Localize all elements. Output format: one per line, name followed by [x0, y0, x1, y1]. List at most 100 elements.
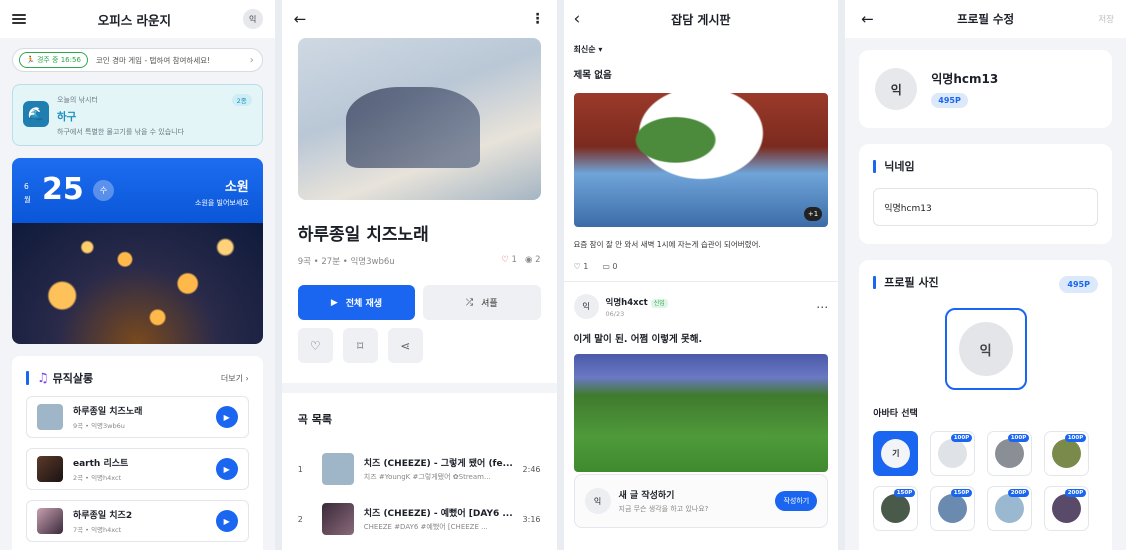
- track-row[interactable]: 2 치즈 (CHEEZE) - 예뻤어 [DAY6 ... CHEEZE #DAY…: [298, 503, 541, 535]
- avatar-option[interactable]: 100P: [1044, 431, 1090, 476]
- playlist-item[interactable]: 하루종일 치즈노래 9곡 • 익명3wb6u ▶: [26, 396, 249, 438]
- avatar-option[interactable]: 200P: [1044, 486, 1090, 531]
- playlist-cover-image: [297, 38, 541, 200]
- profile-name: 익명hcm13: [931, 72, 999, 86]
- post-image[interactable]: +1: [573, 93, 829, 227]
- post-title[interactable]: 제목 없음: [574, 67, 829, 81]
- avatar[interactable]: 익: [242, 9, 263, 29]
- track-thumbnail: [321, 453, 354, 485]
- comment-icon: ▭: [602, 262, 610, 271]
- race-banner[interactable]: 🏃 경주 중 16:56 코인 경마 게임 - 탭하여 참여하세요! ›: [12, 48, 263, 72]
- big-avatar: 익: [958, 322, 1013, 376]
- divider: [563, 281, 839, 282]
- playlist-meta: 9곡 • 27분 • 익명3wb6u: [297, 257, 395, 267]
- post-title[interactable]: 이게 말이 된. 어쩜 이렇게 못해.: [574, 331, 829, 345]
- more-vertical-icon[interactable]: ⋮: [531, 11, 545, 27]
- share-button[interactable]: ⋖: [387, 328, 423, 363]
- playlist-info: 9곡 • 27분 • 익명3wb6u ♡ 1 ◉ 2: [298, 255, 541, 267]
- play-icon[interactable]: ▶: [215, 458, 238, 480]
- profile-edit-screen: ← 프로필 수정 저장 익 익명hcm13 495P 닉네임 익명hcm13 프…: [845, 0, 1126, 550]
- playlist-screen: ← ⋮ 하루종일 치즈노래 9곡 • 27분 • 익명3wb6u ♡ 1 ◉ 2…: [281, 0, 557, 550]
- write-button[interactable]: 작성하기: [775, 491, 818, 511]
- image-count-badge: +1: [803, 207, 823, 221]
- avatar-option[interactable]: 기: [873, 431, 919, 476]
- compose-bar[interactable]: 익 새 글 작성하기 지금 무슨 생각을 하고 있나요? 작성하기: [573, 474, 829, 528]
- race-status-pill: 🏃 경주 중 16:56: [19, 52, 88, 68]
- compose-title: 새 글 작성하기: [618, 491, 675, 501]
- comment-button[interactable]: ▭ 0: [602, 262, 617, 271]
- post-author: 익 익명h4xct 신입 06/23 ⋯: [573, 294, 828, 319]
- fishing-desc: 하구에서 특별한 물고기를 낚을 수 있습니다: [57, 128, 185, 136]
- section-bar: [26, 371, 29, 385]
- avatar-option[interactable]: 200P: [987, 486, 1033, 531]
- race-text: 코인 경마 게임 - 탭하여 참여하세요!: [95, 55, 211, 65]
- wish-card[interactable]: 6월 25 수 소원 소원을 빌어보세요: [12, 158, 263, 344]
- nickname-card: 닉네임 익명hcm13: [859, 144, 1112, 244]
- play-icon: ▶: [330, 297, 338, 308]
- playlist-name: earth 리스트: [73, 459, 129, 469]
- board-title: 잡담 게시판: [671, 12, 731, 27]
- track-tags: CHEEZE #DAY6 #예뻤어 [CHEEZE ...: [363, 523, 488, 531]
- section-bar: [873, 159, 877, 173]
- play-icon[interactable]: ▶: [215, 510, 238, 532]
- post-meta: ♡ 1 ▭ 0: [574, 262, 829, 271]
- track-name: 치즈 (CHEEZE) - 예뻤어 [DAY6 ...: [363, 509, 513, 519]
- avatar-select-label: 아바타 선택: [873, 409, 918, 419]
- shuffle-button[interactable]: ⤮ 셔플: [423, 285, 541, 320]
- avatar-option[interactable]: 100P: [930, 431, 976, 476]
- caret-down-icon: ▾: [598, 45, 603, 54]
- board-header: ‹ 잡담 게시판: [564, 0, 839, 38]
- fishing-label: 오늘의 낚시터: [57, 96, 98, 104]
- like-button[interactable]: ♡: [297, 328, 333, 363]
- playlist-item[interactable]: earth 리스트 2곡 • 익명h4xct ▶: [26, 448, 249, 490]
- price-badge: 200P: [1007, 489, 1030, 497]
- bookmark-icon: ⌑: [357, 338, 364, 353]
- divider: [281, 383, 557, 393]
- chevron-right-icon: ›: [249, 54, 254, 66]
- more-horizontal-icon[interactable]: ⋯: [816, 300, 828, 314]
- save-button[interactable]: 저장: [1098, 13, 1114, 25]
- chevron-left-icon[interactable]: ‹: [574, 9, 581, 29]
- post-image[interactable]: [573, 354, 829, 472]
- fishing-card[interactable]: 🌊 오늘의 낚시터 하구 하구에서 특별한 물고기를 낚을 수 있습니다 2종: [12, 84, 263, 146]
- menu-icon[interactable]: [12, 14, 26, 24]
- like-count: 1: [511, 255, 517, 265]
- avatar-option[interactable]: 100P: [987, 431, 1033, 476]
- price-badge: 100P: [1007, 434, 1030, 442]
- user-avatar: 익: [584, 488, 611, 514]
- playlist-meta: 9곡 • 익명3wb6u: [73, 422, 125, 430]
- playlist-meta: 7곡 • 익명h4xct: [73, 526, 122, 534]
- playlist-meta: 2곡 • 익명h4xct: [73, 474, 122, 482]
- share-icon: ⋖: [400, 338, 411, 353]
- track-list-title: 곡 목록: [297, 413, 332, 426]
- section-bar: [873, 275, 877, 289]
- view-count: 2: [535, 255, 541, 265]
- avatar-grid: 기 100P 100P 100P 150P 150P 200P 200P: [873, 431, 1098, 531]
- play-all-button[interactable]: ▶ 전체 재생: [297, 285, 416, 320]
- back-arrow-icon[interactable]: ←: [294, 10, 307, 28]
- more-link[interactable]: 더보기 ›: [221, 373, 249, 384]
- track-tags: 치즈 #YoungK #그렇게됐어 ✿Stream...: [363, 473, 491, 481]
- profile-title: 프로필 수정: [957, 12, 1015, 26]
- newbie-badge: 신입: [650, 298, 668, 308]
- back-arrow-icon[interactable]: ←: [861, 10, 874, 28]
- track-row[interactable]: 1 치즈 (CHEEZE) - 그렇게 됐어 (fe... 치즈 #YoungK …: [298, 453, 541, 485]
- sort-dropdown[interactable]: 최신순 ▾: [574, 44, 829, 55]
- bookmark-button[interactable]: ⌑: [342, 328, 378, 363]
- playlist-item[interactable]: 하루종일 치즈2 7곡 • 익명h4xct ▶: [26, 500, 249, 542]
- playlist-header: ← ⋮: [282, 0, 557, 38]
- play-icon[interactable]: ▶: [215, 406, 238, 428]
- post-date: 06/23: [605, 309, 625, 318]
- author-avatar[interactable]: 익: [573, 294, 599, 319]
- avatar-option[interactable]: 150P: [930, 486, 976, 531]
- track-name: 치즈 (CHEEZE) - 그렇게 됐어 (fe...: [363, 459, 513, 469]
- nickname-input[interactable]: 익명hcm13: [873, 188, 1098, 226]
- price-badge: 150P: [893, 489, 916, 497]
- post-text: 요즘 잠이 잘 안 와서 새벽 1시에 자는게 습관이 되어버렸어.: [573, 240, 761, 249]
- wave-icon: 🌊: [23, 101, 49, 127]
- price-badge: 150P: [950, 489, 973, 497]
- avatar: 익: [875, 68, 918, 110]
- avatar-option[interactable]: 150P: [873, 486, 919, 531]
- heart-icon: ♡: [501, 255, 509, 265]
- like-button[interactable]: ♡ 1: [574, 262, 589, 271]
